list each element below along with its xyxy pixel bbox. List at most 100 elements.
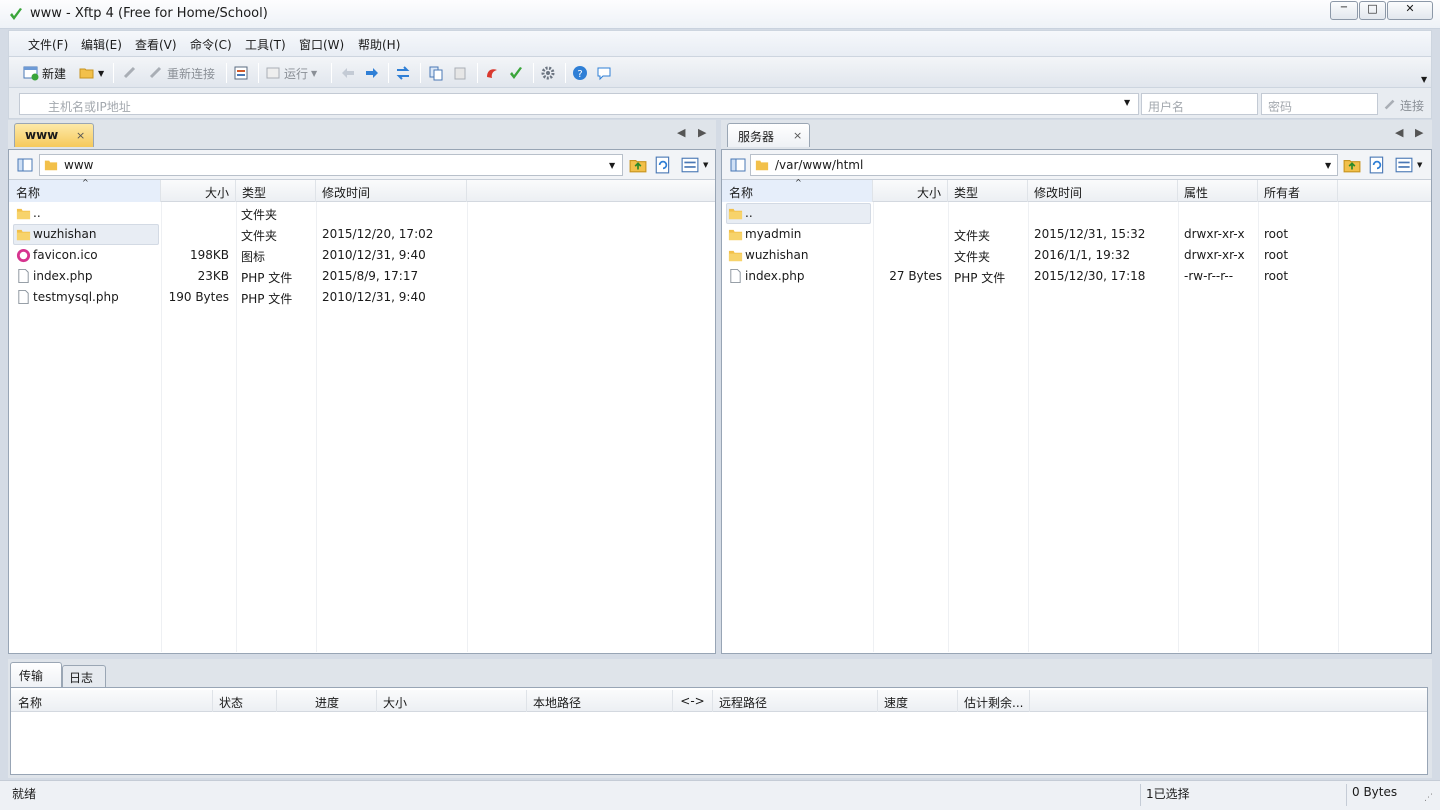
toolbar-separator [226, 63, 227, 83]
toolbar-overflow-button[interactable]: ▼ [1421, 70, 1427, 88]
close-tab-icon[interactable]: × [76, 129, 85, 142]
connect-button[interactable]: 连接 [1383, 96, 1424, 114]
view-mode-chevron-icon[interactable]: ▼ [703, 161, 708, 169]
connect-label: 连接 [1400, 98, 1425, 113]
parent-folder-icon[interactable] [629, 156, 647, 174]
toolbar: 新建 ▼ 重新连接 运行 ▼ ? ▼ [8, 56, 1432, 88]
path-dropdown-chevron-icon[interactable]: ▼ [609, 161, 615, 170]
feedback-button[interactable] [596, 64, 612, 82]
local-path-input[interactable]: www [39, 154, 623, 176]
tab-log[interactable]: 日志 [62, 665, 106, 687]
remote-file-row[interactable]: index.php 27 Bytes PHP 文件 2015/12/30, 17… [724, 266, 1429, 287]
status-divider [1140, 784, 1141, 806]
password-input[interactable]: 密码 [1261, 93, 1378, 115]
host-input[interactable]: 主机名或IP地址 [19, 93, 1139, 115]
menu-command[interactable]: 命令(C) [190, 36, 232, 53]
tab-scroll-right-icon[interactable]: ▶ [698, 126, 706, 139]
column-header-modified[interactable]: 修改时间 [1028, 180, 1178, 202]
copy-icon [429, 66, 443, 81]
reconnect-button[interactable]: 重新连接 [148, 64, 215, 82]
column-header-name[interactable]: 名称 ^ [9, 178, 161, 202]
host-dropdown-chevron-icon[interactable]: ▼ [1124, 98, 1130, 107]
new-session-button[interactable]: 新建 [23, 64, 66, 82]
properties-icon [234, 66, 248, 80]
column-header-owner[interactable]: 所有者 [1258, 180, 1338, 202]
column-header-size[interactable]: 大小 [377, 690, 527, 712]
path-dropdown-chevron-icon[interactable]: ▼ [1325, 161, 1331, 170]
refresh-icon[interactable] [1368, 156, 1386, 174]
disconnect-button[interactable] [122, 64, 138, 82]
local-file-row[interactable]: testmysql.php 190 Bytes PHP 文件 2010/12/3… [11, 287, 711, 308]
column-header-size[interactable]: 大小 [161, 180, 236, 202]
column-header-attributes[interactable]: 属性 [1178, 180, 1258, 202]
run-button[interactable]: 运行 ▼ [265, 64, 317, 82]
view-mode-chevron-icon[interactable]: ▼ [1417, 161, 1422, 169]
parent-folder-icon[interactable] [1343, 156, 1361, 174]
tab-scroll-right-icon[interactable]: ▶ [1415, 126, 1423, 139]
column-header-progress[interactable]: 进度 [277, 690, 377, 712]
close-tab-icon[interactable]: × [793, 129, 802, 142]
tab-scroll-left-icon[interactable]: ◀ [677, 126, 685, 139]
local-file-row[interactable]: index.php 23KB PHP 文件 2015/8/9, 17:17 [11, 266, 711, 287]
local-file-row[interactable]: .. 文件夹 [11, 203, 711, 224]
column-header-time-left[interactable]: 估计剩余... [958, 690, 1030, 712]
new-session-icon [23, 66, 39, 81]
local-tab-strip: www × ◀ ▶ [8, 120, 716, 150]
selection-count: 1已选择 [1146, 787, 1190, 801]
paste-button[interactable] [452, 64, 468, 82]
sync-button[interactable] [395, 64, 411, 82]
open-folder-button[interactable]: ▼ [79, 64, 104, 82]
column-header-modified[interactable]: 修改时间 [316, 180, 467, 202]
username-input[interactable]: 用户名 [1141, 93, 1258, 115]
forward-button[interactable] [364, 64, 380, 82]
sort-ascending-icon: ^ [82, 178, 89, 187]
copy-button[interactable] [428, 64, 444, 82]
help-button[interactable]: ? [572, 64, 588, 82]
remote-file-row[interactable]: wuzhishan 文件夹 2016/1/1, 19:32 drwxr-xr-x… [724, 245, 1429, 266]
tree-toggle-icon[interactable] [17, 157, 33, 173]
menu-help[interactable]: 帮助(H) [358, 36, 400, 53]
column-header-type[interactable]: 类型 [948, 180, 1028, 202]
toolbar-separator [331, 63, 332, 83]
local-file-row[interactable]: favicon.ico 198KB 图标 2010/12/31, 9:40 [11, 245, 711, 266]
column-header-remote-path[interactable]: 远程路径 [713, 690, 878, 712]
menu-view[interactable]: 查看(V) [135, 36, 177, 53]
maximize-button[interactable]: □ [1359, 1, 1386, 20]
tab-scroll-left-icon[interactable]: ◀ [1395, 126, 1403, 139]
column-header-direction[interactable]: <-> [673, 690, 713, 712]
remote-file-row[interactable]: myadmin 文件夹 2015/12/31, 15:32 drwxr-xr-x… [724, 224, 1429, 245]
local-file-row[interactable]: wuzhishan 文件夹 2015/12/20, 17:02 [11, 224, 711, 245]
xshell-button[interactable] [484, 64, 500, 82]
xftp-button[interactable] [508, 64, 524, 82]
column-header-status[interactable]: 状态 [213, 690, 277, 712]
column-header-name[interactable]: 名称 ^ [722, 178, 873, 202]
close-button[interactable]: ✕ [1387, 1, 1433, 20]
minimize-button[interactable]: − [1330, 1, 1358, 20]
menu-tools[interactable]: 工具(T) [245, 36, 286, 53]
remote-file-row[interactable]: .. [724, 203, 1429, 224]
column-header-speed[interactable]: 速度 [878, 690, 958, 712]
sync-arrows-icon [396, 66, 410, 80]
view-mode-icon[interactable] [1395, 156, 1413, 174]
remote-path-input[interactable]: /var/www/html [750, 154, 1338, 176]
back-button[interactable] [340, 64, 356, 82]
refresh-icon[interactable] [654, 156, 672, 174]
gear-icon [541, 66, 555, 80]
chevron-down-icon: ▼ [1421, 74, 1428, 84]
view-mode-icon[interactable] [681, 156, 699, 174]
transfer-panel: 传输 日志 名称 状态 进度 大小 本地路径 <-> 远程路径 速度 估计剩余.… [8, 659, 1432, 778]
column-header-size[interactable]: 大小 [873, 180, 948, 202]
resize-grip-icon[interactable]: ⋰ [1424, 793, 1433, 803]
column-header-local-path[interactable]: 本地路径 [527, 690, 673, 712]
properties-button[interactable] [233, 64, 249, 82]
toolbar-separator [420, 63, 421, 83]
tab-transfer[interactable]: 传输 [10, 662, 62, 688]
options-button[interactable] [540, 64, 556, 82]
tree-toggle-icon[interactable] [730, 157, 746, 173]
menu-window[interactable]: 窗口(W) [299, 36, 344, 53]
column-header-type[interactable]: 类型 [236, 180, 316, 202]
column-header-name[interactable]: 名称 [11, 690, 213, 712]
menu-edit[interactable]: 编辑(E) [81, 36, 122, 53]
xftp-icon [510, 67, 522, 79]
menu-file[interactable]: 文件(F) [28, 36, 68, 53]
